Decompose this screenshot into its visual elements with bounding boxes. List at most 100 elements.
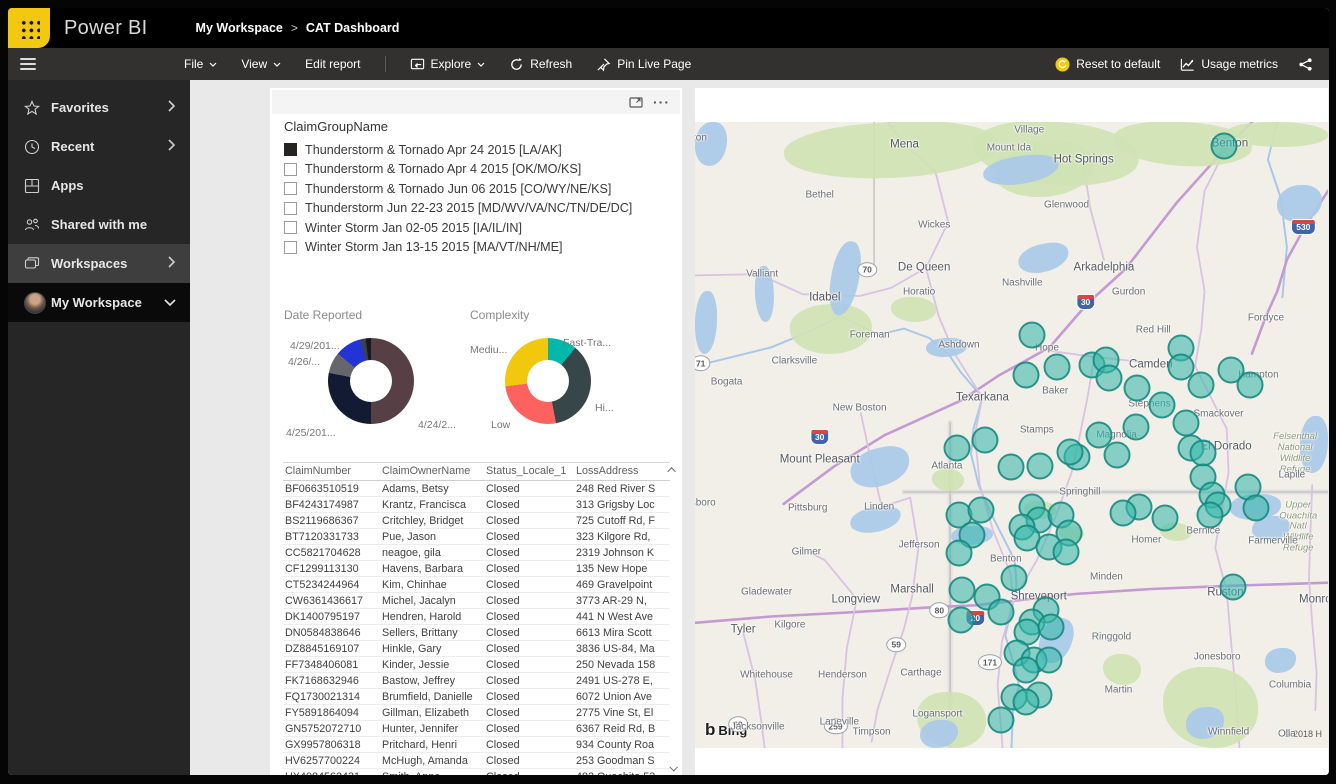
usage-metrics-button[interactable]: Usage metrics [1180,57,1278,72]
slicer-option[interactable]: Thunderstorm & Tornado Jun 06 2015 [CO/W… [284,179,674,199]
checkbox[interactable] [284,240,297,254]
map-bubble[interactable] [1148,391,1176,419]
map-bubble[interactable] [1012,656,1040,684]
map-bubble[interactable] [987,598,1015,626]
table-row[interactable]: HV6257700224 McHugh, Amanda Closed 253 Good… [283,752,670,769]
map-bubble[interactable] [1012,688,1040,716]
left-visuals-panel: ··· ClaimGroupName Thunderstorm & Tornad… [270,88,682,775]
app-window: Power BI My Workspace > CAT Dashboard Fi… [8,8,1329,775]
table-cell: 2491 US-278 E, [574,672,670,689]
sidebar-item-workspaces[interactable]: Workspaces [8,244,190,283]
slicer-option[interactable]: Winter Storm Jan 02-05 2015 [IA/IL/IN] [284,218,674,238]
slicer-option[interactable]: Thunderstorm Jun 22-23 2015 [MD/WV/VA/NC… [284,199,674,219]
map-bubble[interactable] [1056,438,1084,466]
sidebar-item-my-workspace[interactable]: My Workspace [8,283,190,322]
map-bubble[interactable] [1026,452,1054,480]
table-row[interactable]: BF0663510519 Adams, Betsy Closed 248 Red Ri… [283,480,670,497]
table-row[interactable]: FF7348406081 Kinder, Jessie Closed 250 Neva… [283,656,670,673]
map-bubble[interactable] [945,539,973,567]
sidebar-item-shared-with-me[interactable]: Shared with me [8,205,190,244]
file-menu-button[interactable]: File [184,57,217,71]
map-bubble[interactable] [1210,132,1238,160]
map-bubble[interactable] [987,706,1015,734]
table-row[interactable]: FK7168632946 Bastow, Jeffrey Closed 2491 US… [283,672,670,689]
table-row[interactable]: HX4084562431Smith, AnneClosed483 Ouachit… [283,768,670,775]
table-row[interactable]: BS2119686367 Critchley, Bridget Closed 725 … [283,512,670,529]
view-menu-button[interactable]: View [241,57,281,71]
map-bubble[interactable] [1052,538,1080,566]
map-bubble[interactable] [1122,413,1150,441]
hamburger-menu-button[interactable] [20,58,36,70]
breadcrumb-dashboard[interactable]: CAT Dashboard [306,21,400,35]
breadcrumb-workspace[interactable]: My Workspace [196,21,283,35]
sidebar-item-recent[interactable]: Recent [8,127,190,166]
map-bubble[interactable] [1018,321,1046,349]
column-header[interactable]: Status_Locale_1 [484,462,574,481]
map-bubble[interactable] [1037,613,1065,641]
map-bubble[interactable] [1123,374,1151,402]
map-bubble[interactable] [971,426,999,454]
table-cell: Closed [484,544,574,561]
map-bubble[interactable] [1151,504,1179,532]
checkbox[interactable] [284,221,297,235]
checkbox[interactable] [284,143,297,157]
reset-to-default-button[interactable]: Reset to default [1055,56,1160,72]
table-row[interactable]: DK1400795197 Hendren, Harold Closed 441 N W… [283,608,670,625]
table-cell: 725 Cutoff Rd, F [574,512,670,529]
table-row[interactable]: CC5821704628 neagoe, gila Closed 2319 Johns… [283,544,670,561]
map-bubble[interactable] [1043,353,1071,381]
column-header[interactable]: ClaimNumber [283,462,380,481]
map-bubble[interactable] [1109,499,1137,527]
map-bubble[interactable] [1012,361,1040,389]
pin-live-page-button[interactable]: Pin Live Page [596,57,691,72]
explore-menu-button[interactable]: Explore [410,57,486,72]
app-launcher-button[interactable] [8,8,50,48]
table-row[interactable]: CW6361436617 Michel, Jacalyn Closed 3773 AR… [283,592,670,609]
map-bubble[interactable] [943,434,971,462]
map-bubble[interactable] [1236,371,1264,399]
table-row[interactable]: DZ8845169107 Hinkle, Gary Closed 3836 US-84… [283,640,670,657]
table-row[interactable]: GX9957806318 Pritchard, Henri Closed 934 Co… [283,736,670,753]
map-bubble[interactable] [1187,371,1215,399]
share-button[interactable] [1298,57,1313,72]
column-header[interactable]: LossAddress [574,462,670,481]
checkbox[interactable] [284,162,297,176]
checkbox[interactable] [284,201,297,215]
sidebar-item-label: Shared with me [51,217,148,232]
table-scroll-down-button[interactable] [668,763,678,772]
sidebar-item-apps[interactable]: Apps [8,166,190,205]
slicer-option[interactable]: Thunderstorm & Tornado Apr 24 2015 [LA/A… [284,140,674,160]
table-row[interactable]: GN5752072710 Hunter, Jennifer Closed 6367 R… [283,720,670,737]
map-bubble[interactable] [1172,409,1200,437]
refresh-button[interactable]: Refresh [509,57,572,72]
table-row[interactable]: CT5234244964 Kim, Chinhae Closed 469 Gravel… [283,576,670,593]
table-row[interactable]: FY5891864094 Gillman, Elizabeth Closed 2775… [283,704,670,721]
table-row[interactable]: DN0584838646 Sellers, Brittany Closed 6613 … [283,624,670,641]
map-bubble[interactable] [1103,441,1131,469]
more-options-icon[interactable]: ··· [653,95,670,109]
column-header[interactable]: ClaimOwnerName [380,462,484,481]
map[interactable]: bBing © 2018 H 7071305303080205917169259… [695,122,1328,748]
map-bubble[interactable] [1196,501,1224,529]
date-reported-donut-chart[interactable] [328,338,414,424]
map-bubble[interactable] [997,453,1025,481]
slicer-option[interactable]: Thunderstorm & Tornado Apr 4 2015 [OK/MO… [284,160,674,180]
slicer-option[interactable]: Winter Storm Jan 13-15 2015 [MA/VT/NH/ME… [284,238,674,258]
table-row[interactable]: FQ1730021314 Brumfield, Danielle Closed 607… [283,688,670,705]
table-row[interactable]: BT7120331733 Pue, Jason Closed 323 Kilgore … [283,528,670,545]
complexity-donut-chart[interactable] [505,338,591,424]
table-row[interactable]: BF4243174987 Krantz, Francisca Closed 313 G… [283,496,670,513]
checkbox[interactable] [284,182,297,196]
map-bubble[interactable] [1242,494,1270,522]
map-bubble[interactable] [948,576,976,604]
map-bubble[interactable] [1095,364,1123,392]
focus-mode-icon[interactable] [629,96,643,108]
map-bubble[interactable] [967,496,995,524]
map-bubble[interactable] [1219,573,1247,601]
edit-report-button[interactable]: Edit report [305,57,360,71]
table-row[interactable]: CF1299113130 Havens, Barbara Closed 135 New… [283,560,670,577]
table-scroll-up-button[interactable] [666,465,677,476]
map-bubble[interactable] [1000,564,1028,592]
map-bubble[interactable] [947,606,975,634]
sidebar-item-favorites[interactable]: Favorites [8,88,190,127]
